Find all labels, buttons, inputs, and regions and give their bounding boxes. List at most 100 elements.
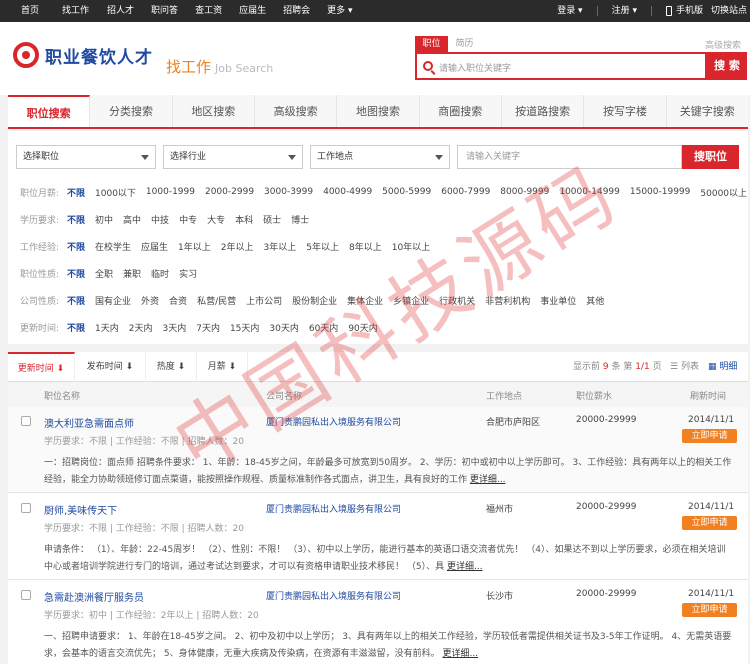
search-tab-position[interactable]: 职位 [415,36,448,52]
filter-option[interactable]: 60天内 [309,321,338,334]
tab-category-search[interactable]: 分类搜索 [90,95,173,127]
tab-keyword-search[interactable]: 关键字搜索 [667,95,748,127]
filter-option[interactable]: 3天内 [162,321,186,334]
job-title-link[interactable]: 澳大利亚急需面点师 [44,415,134,430]
filter-option[interactable]: 非营利机构 [485,294,530,307]
filter-option[interactable]: 3年以上 [264,240,297,253]
filter-option[interactable]: 应届生 [141,240,168,253]
filter-option[interactable]: 1000以下 [95,186,136,199]
filter-option[interactable]: 兼职 [123,267,141,280]
filter-option[interactable]: 国有企业 [95,294,131,307]
nav-recruit[interactable]: 招人才 [107,0,134,22]
filter-option[interactable]: 3000-3999 [264,187,313,197]
filter-option[interactable]: 博士 [291,213,309,226]
filter-option[interactable]: 合资 [169,294,187,307]
header-search-button[interactable]: 搜 索 [707,52,747,80]
more-details-link[interactable]: 更详细... [447,562,483,572]
filter-option[interactable]: 乡镇企业 [393,294,429,307]
login-link[interactable]: 登录 ▾ [557,0,582,22]
position-select[interactable]: 选择职位 [16,145,156,169]
filter-option[interactable]: 股份制企业 [292,294,337,307]
nav-graduates[interactable]: 应届生 [239,0,266,22]
filter-option[interactable]: 大专 [207,213,225,226]
filter-option[interactable]: 7天内 [196,321,220,334]
mobile-link[interactable]: 手机版 [676,0,703,22]
job-title-link[interactable]: 厨师,美味传天下 [44,502,117,517]
filter-option[interactable]: 30天内 [269,321,298,334]
nav-home[interactable]: 首页 [21,0,39,22]
advanced-search-link[interactable]: 高级搜索 [705,38,741,51]
filter-option[interactable]: 实习 [179,267,197,280]
header-search-input[interactable]: 请输入职位关键字 [415,52,707,80]
company-link[interactable]: 厦门贵鹏园私出入境服务有限公司 [266,502,401,515]
filter-option[interactable]: 本科 [235,213,253,226]
filter-option[interactable]: 10000-14999 [559,187,620,197]
filter-option[interactable]: 2000-2999 [205,187,254,197]
company-link[interactable]: 厦门贵鹏园私出入境服务有限公司 [266,589,401,602]
filter-option[interactable]: 15000-19999 [630,187,691,197]
filter-option[interactable]: 临时 [151,267,169,280]
tab-advanced-search[interactable]: 高级搜索 [255,95,338,127]
filter-option[interactable]: 初中 [95,213,113,226]
filter-option[interactable]: 集体企业 [347,294,383,307]
tab-office-building-search[interactable]: 按写字楼 [584,95,667,127]
filter-option[interactable]: 15天内 [230,321,259,334]
filter-option[interactable]: 不限 [67,294,85,307]
job-checkbox[interactable] [21,503,31,513]
filter-option[interactable]: 不限 [67,240,85,253]
search-tab-resume[interactable]: 简历 [448,36,481,52]
filter-option[interactable]: 中专 [179,213,197,226]
sort-publish-time[interactable]: 发布时间 ⬇ [75,352,146,382]
filter-option[interactable]: 私营/民营 [197,294,236,307]
more-details-link[interactable]: 更详细... [470,475,506,485]
sort-salary[interactable]: 月薪 ⬇ [197,352,248,382]
sort-update-time[interactable]: 更新时间 ⬇ [8,352,75,382]
location-select[interactable]: 工作地点 [310,145,450,169]
filter-option[interactable]: 5年以上 [306,240,339,253]
apply-button[interactable]: 立即申请 [682,429,737,443]
keyword-input[interactable]: 请输入关键字 [457,145,682,169]
filter-option[interactable]: 1天内 [95,321,119,334]
filter-option[interactable]: 行政机关 [439,294,475,307]
nav-find-job[interactable]: 找工作 [62,0,89,22]
filter-option[interactable]: 1年以上 [178,240,211,253]
filter-option[interactable]: 中技 [151,213,169,226]
filter-option[interactable]: 外资 [141,294,159,307]
search-jobs-button[interactable]: 搜职位 [682,145,739,169]
apply-button[interactable]: 立即申请 [682,603,737,617]
nav-qa[interactable]: 职问答 [151,0,178,22]
filter-option[interactable]: 6000-7999 [441,187,490,197]
more-details-link[interactable]: 更详细... [442,649,478,659]
filter-option[interactable]: 高中 [123,213,141,226]
filter-option[interactable]: 50000以上 [700,186,747,199]
nav-job-fair[interactable]: 招聘会 [283,0,310,22]
filter-option[interactable]: 8000-9999 [500,187,549,197]
sort-popularity[interactable]: 热度 ⬇ [146,352,197,382]
view-detail-toggle[interactable]: ▦ 明细 [708,352,737,382]
tab-map-search[interactable]: 地图搜索 [337,95,420,127]
filter-option[interactable]: 不限 [67,213,85,226]
tab-position-search[interactable]: 职位搜索 [8,95,91,127]
filter-option[interactable]: 全职 [95,267,113,280]
view-list-toggle[interactable]: ☰ 列表 [670,352,699,382]
tab-road-search[interactable]: 按道路搜索 [502,95,585,127]
filter-option[interactable]: 5000-5999 [382,187,431,197]
company-link[interactable]: 厦门贵鹏园私出入境服务有限公司 [266,415,401,428]
filter-option[interactable]: 在校学生 [95,240,131,253]
filter-option[interactable]: 2年以上 [221,240,254,253]
register-link[interactable]: 注册 ▾ [612,0,637,22]
filter-option[interactable]: 硕士 [263,213,281,226]
job-title-link[interactable]: 急需赴澳洲餐厅服务员 [44,589,144,604]
filter-option[interactable]: 不限 [67,186,85,199]
job-checkbox[interactable] [21,416,31,426]
filter-option[interactable]: 不限 [67,321,85,334]
filter-option[interactable]: 其他 [586,294,604,307]
job-checkbox[interactable] [21,590,31,600]
filter-option[interactable]: 事业单位 [540,294,576,307]
industry-select[interactable]: 选择行业 [163,145,303,169]
logo[interactable]: 职业餐饮人才 [13,42,153,68]
tab-business-district-search[interactable]: 商圈搜索 [420,95,502,127]
filter-option[interactable]: 上市公司 [246,294,282,307]
nav-salary[interactable]: 查工资 [195,0,222,22]
filter-option[interactable]: 不限 [67,267,85,280]
